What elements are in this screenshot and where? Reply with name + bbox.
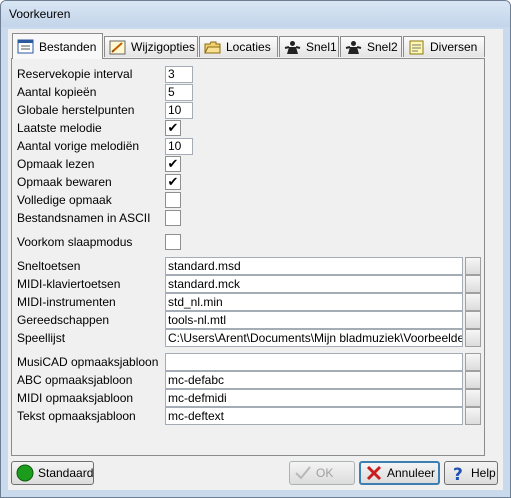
shortcuts-browse-button[interactable] (465, 257, 481, 275)
full-layout-label: Volledige opmaak (17, 193, 112, 207)
cancel-button[interactable]: Annuleer (359, 461, 440, 485)
musicad-template-field[interactable] (165, 353, 463, 371)
green-circle-icon (16, 464, 34, 482)
last-melody-label: Laatste melodie (17, 121, 102, 135)
tools-browse-button[interactable] (465, 311, 481, 329)
window-title: Voorkeuren (9, 7, 71, 21)
playlist-browse-button[interactable] (465, 329, 481, 347)
musicad-template-label: MusiCAD opmaaksjabloon (17, 355, 159, 369)
midi-template-browse-button[interactable] (465, 389, 481, 407)
tools-file-label: Gereedschappen (17, 313, 110, 327)
midi-template-label: MIDI opmaaksjabloon (17, 391, 134, 405)
save-layout-label: Opmaak bewaren (17, 175, 112, 189)
shortcuts-file-field[interactable]: standard.msd (165, 257, 463, 275)
playlist-file-field[interactable]: C:\Users\Arent\Documents\Mijn bladmuziek… (165, 329, 463, 347)
midi-instruments-file-label: MIDI-instrumenten (17, 295, 116, 309)
musicad-template-browse-button[interactable] (465, 353, 481, 371)
text-template-field[interactable]: mc-deftext (165, 407, 463, 425)
prevent-sleep-checkbox[interactable] (165, 234, 181, 250)
svg-text:?: ? (453, 465, 463, 482)
tab-label: Snel2 (367, 40, 398, 54)
keyboard-shortcut-icon (284, 40, 301, 55)
ok-button-label: OK (316, 466, 334, 480)
tools-file-field[interactable]: tools-nl.mtl (165, 311, 463, 329)
edit-pencil-icon (109, 40, 126, 55)
read-layout-checkbox[interactable]: ✔ (165, 156, 181, 172)
standard-button[interactable]: Standaard (11, 461, 94, 485)
keyboard-shortcut-icon (345, 40, 362, 55)
file-list-icon (17, 39, 34, 54)
help-icon: ? (449, 464, 467, 485)
preferences-window: Voorkeuren Bestanden Wijzigopties Locati… (0, 0, 511, 498)
cancel-button-label: Annuleer (387, 466, 436, 480)
playlist-file-label: Speellijst (17, 331, 66, 345)
tab-diversen[interactable]: Diversen (403, 36, 485, 57)
save-layout-checkbox[interactable]: ✔ (165, 174, 181, 190)
restore-points-field[interactable]: 10 (165, 102, 193, 119)
midi-keys-browse-button[interactable] (465, 275, 481, 293)
close-icon (365, 464, 383, 482)
abc-template-label: ABC opmaaksjabloon (17, 373, 133, 387)
tab-label: Bestanden (39, 39, 97, 54)
dialog-body: Bestanden Wijzigopties Locaties Snel1 Sn… (8, 29, 503, 490)
notes-icon (408, 40, 425, 55)
text-template-browse-button[interactable] (465, 407, 481, 425)
ok-button[interactable]: OK (289, 461, 355, 485)
restore-points-label: Globale herstelpunten (17, 103, 135, 117)
folder-icon (204, 40, 221, 55)
title-bar: Voorkeuren (1, 1, 510, 27)
prev-melodies-field[interactable]: 10 (165, 138, 193, 155)
standard-button-label: Standaard (38, 466, 94, 480)
ascii-names-checkbox[interactable] (165, 210, 181, 226)
help-button[interactable]: ? Help (444, 461, 498, 485)
prev-melodies-label: Aantal vorige melodiën (17, 139, 140, 153)
last-melody-checkbox[interactable]: ✔ (165, 120, 181, 136)
checkmark-icon (294, 464, 312, 482)
abc-template-browse-button[interactable] (465, 371, 481, 389)
tab-label: Wijzigopties (131, 40, 196, 54)
tab-wijzigopties[interactable]: Wijzigopties (104, 36, 198, 57)
read-layout-label: Opmaak lezen (17, 157, 95, 171)
backup-interval-label: Reservekopie interval (17, 67, 133, 81)
tab-label: Snel1 (306, 40, 337, 54)
backup-interval-field[interactable]: 3 (165, 66, 193, 83)
tab-bestanden[interactable]: Bestanden (12, 33, 103, 59)
help-button-label: Help (471, 466, 496, 480)
midi-instruments-browse-button[interactable] (465, 293, 481, 311)
num-copies-field[interactable]: 5 (165, 84, 193, 101)
tab-label: Locaties (226, 40, 271, 54)
prevent-sleep-label: Voorkom slaapmodus (17, 235, 133, 249)
midi-keys-file-field[interactable]: standard.mck (165, 275, 463, 293)
full-layout-checkbox[interactable] (165, 192, 181, 208)
tab-locaties[interactable]: Locaties (199, 36, 278, 57)
ascii-names-label: Bestandsnamen in ASCII (17, 211, 151, 225)
tab-label: Diversen (430, 40, 478, 54)
text-template-label: Tekst opmaaksjabloon (17, 409, 136, 423)
shortcuts-file-label: Sneltoetsen (17, 259, 81, 273)
abc-template-field[interactable]: mc-defabc (165, 371, 463, 389)
midi-instruments-file-field[interactable]: std_nl.min (165, 293, 463, 311)
midi-template-field[interactable]: mc-defmidi (165, 389, 463, 407)
tab-snel1[interactable]: Snel1 (279, 36, 339, 57)
num-copies-label: Aantal kopieën (17, 85, 97, 99)
midi-keys-file-label: MIDI-klaviertoetsen (17, 277, 121, 291)
tab-snel2[interactable]: Snel2 (340, 36, 402, 57)
tab-panel-bestanden: Reservekopie interval 3 Aantal kopieën 5… (11, 58, 485, 456)
